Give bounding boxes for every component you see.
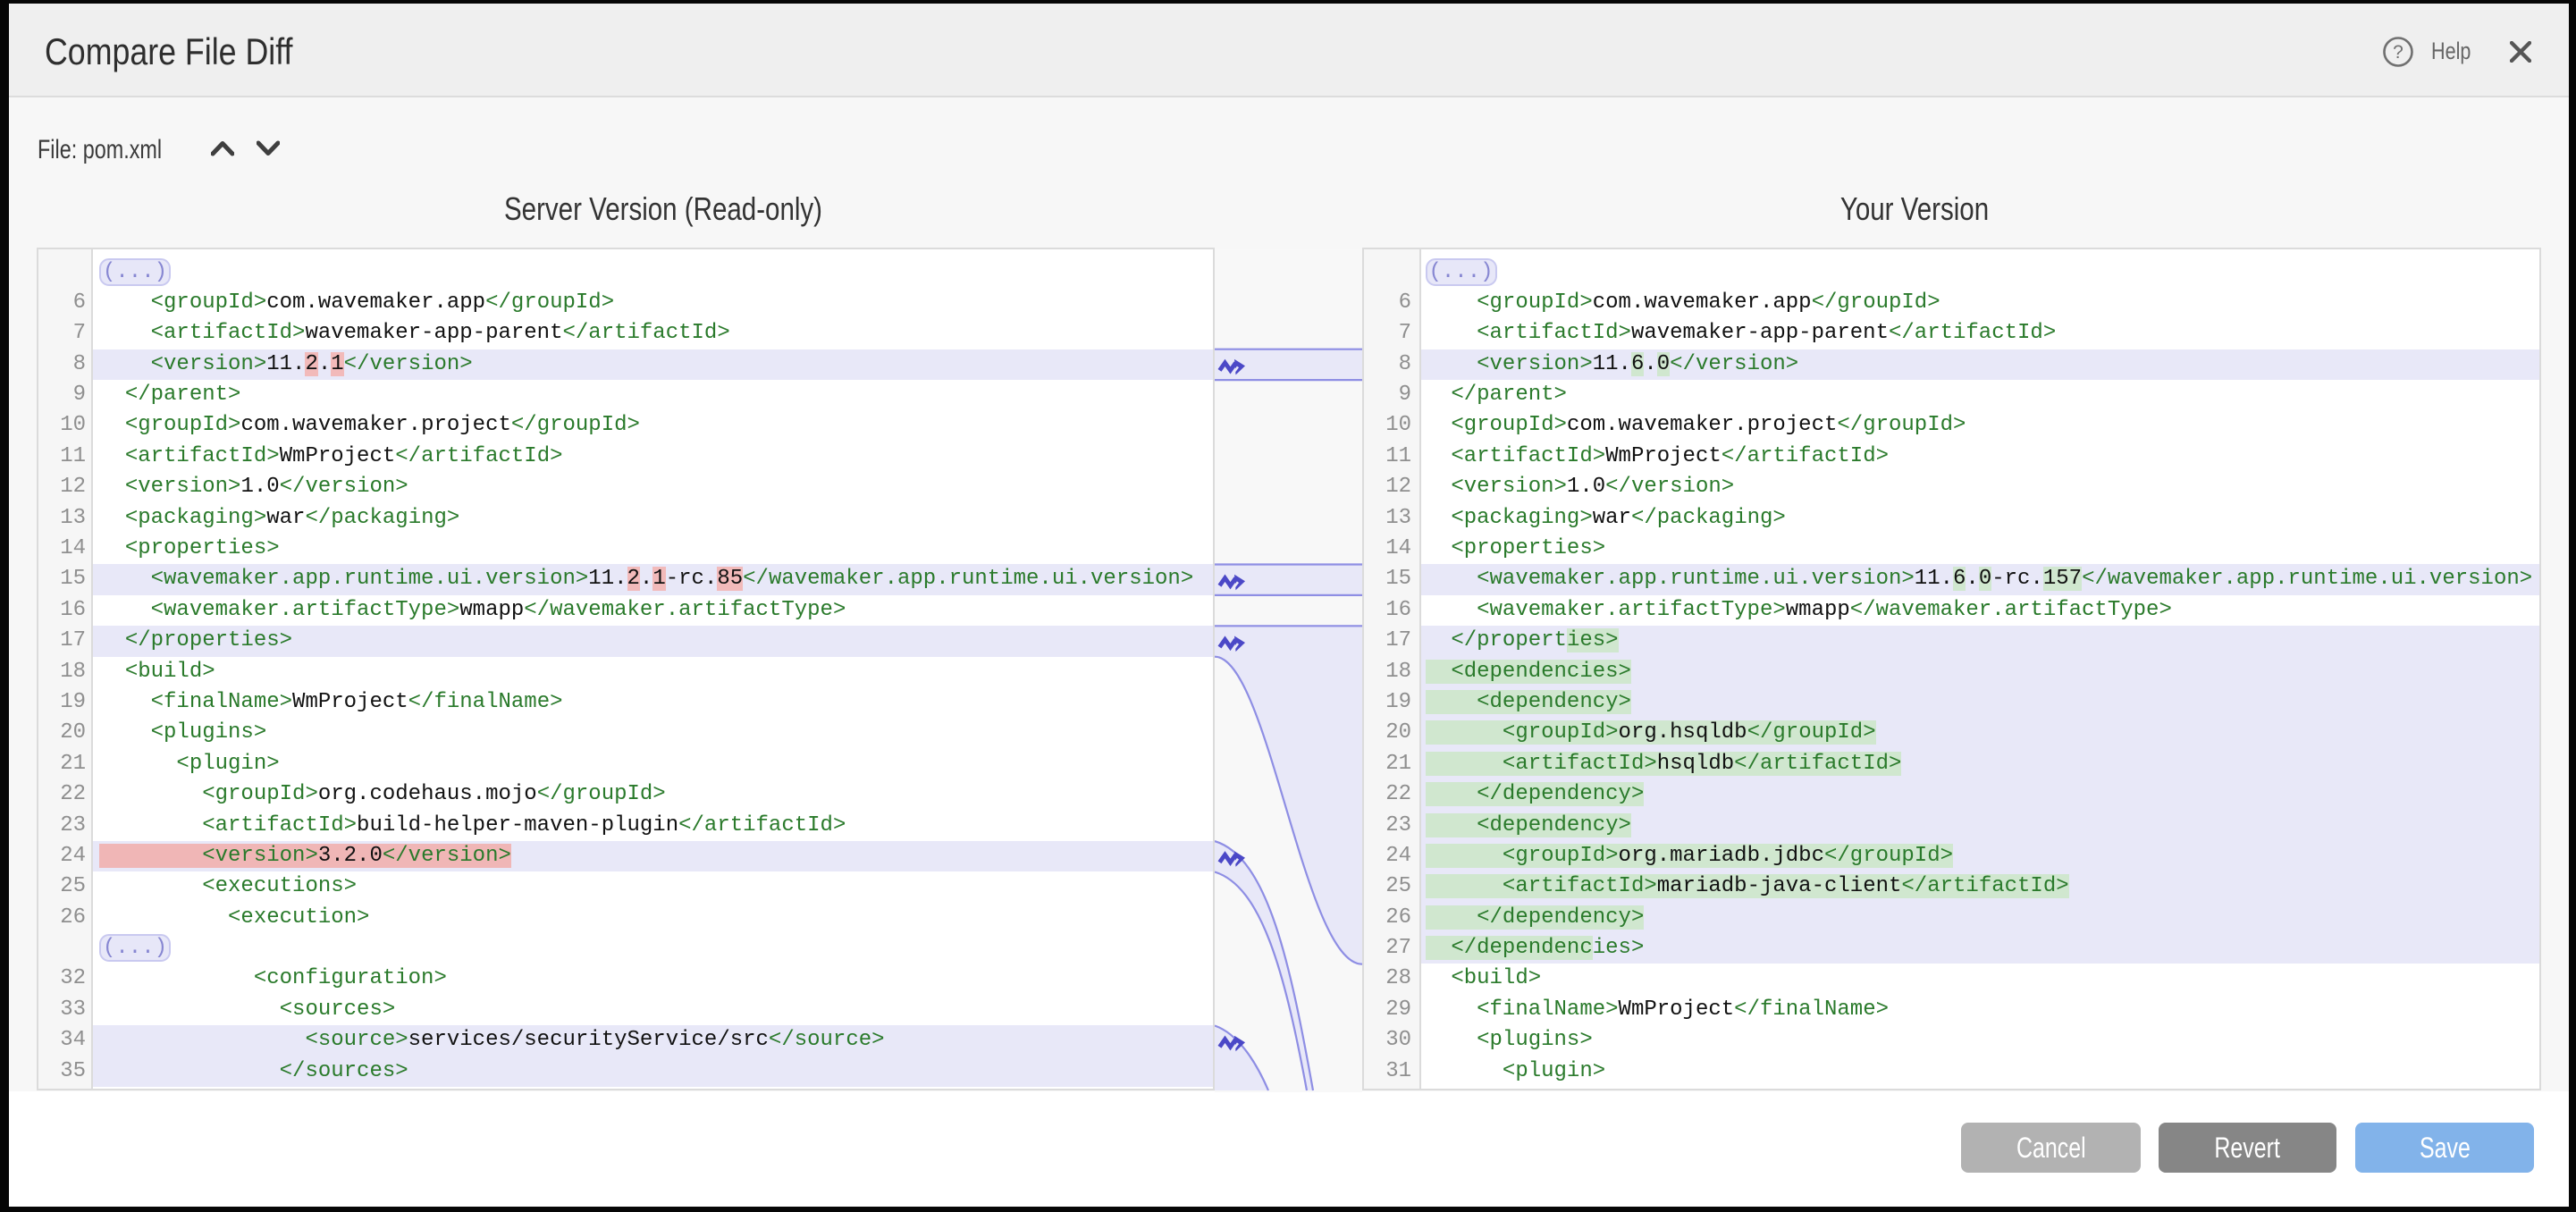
svg-text:?: ? bbox=[2393, 42, 2403, 63]
